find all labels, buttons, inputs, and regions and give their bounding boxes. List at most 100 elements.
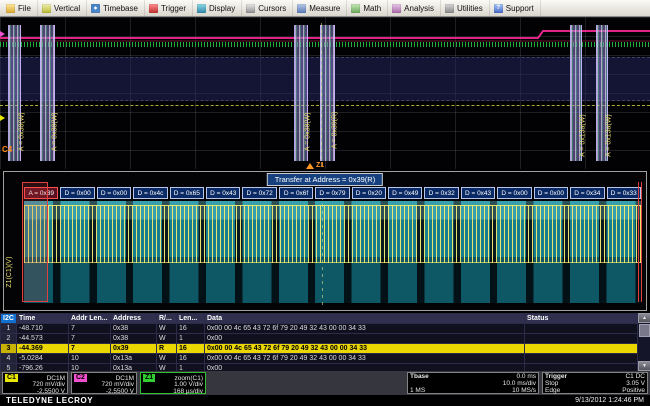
col-data[interactable]: Data [205, 314, 525, 324]
decode-data-box: D = 0x34 [570, 187, 604, 199]
decode-data-box: D = 0x43 [206, 187, 240, 199]
transfer-band[interactable]: A = 0x39(R) [320, 25, 335, 161]
menu-math[interactable]: Math [347, 0, 388, 16]
table-row[interactable]: 5-796.26100x13aW10x00 [1, 364, 638, 372]
cell-rw: W [157, 354, 177, 364]
cell-status [525, 344, 638, 354]
decode-data-box: D = 0x6f [279, 187, 313, 199]
cell-n: 3 [1, 344, 17, 354]
c2-descriptor[interactable]: C2 DC1M 720 mV/div -2.5500 V [71, 372, 137, 394]
cell-status [525, 354, 638, 364]
scroll-up-icon[interactable]: ▲ [638, 313, 650, 323]
cell-len: 1 [177, 334, 205, 344]
menu-measure[interactable]: Measure [293, 0, 347, 16]
utilities-icon [445, 4, 454, 13]
cell-address: 0x13a [111, 364, 157, 372]
menu-vertical[interactable]: Vertical [38, 0, 87, 16]
col-address[interactable]: Address [111, 314, 157, 324]
menu-label: Analysis [404, 4, 434, 13]
transfer-band[interactable]: A = 0x38(W) [40, 25, 55, 161]
zoom-graticule[interactable]: Transfer at Address = 0x39(R) A = 0x39D … [3, 171, 647, 311]
decode-data-box: D = 0x00 [534, 187, 568, 199]
cell-len: 16 [177, 344, 205, 354]
menu-label: Measure [309, 4, 340, 13]
menu-analysis[interactable]: Analysis [388, 0, 441, 16]
cell-rw: W [157, 364, 177, 372]
col-addr-len[interactable]: Addr Len... [69, 314, 111, 324]
zoom-axis-label: Z1(C1)(V) [6, 257, 13, 288]
decode-data-box: D = 0x32 [424, 187, 458, 199]
cell-time: -44.369 [17, 344, 69, 354]
menu-utilities[interactable]: Utilities [441, 0, 490, 16]
timebase-descriptor[interactable]: Tbase0.0 ms 10.0 ms/div 1 MS10 MS/s [407, 372, 539, 394]
menu-support[interactable]: ?Support [490, 0, 541, 16]
trigger-descriptor[interactable]: TriggerC1 DC Stop3.05 V EdgePositive [542, 372, 648, 394]
tbase-rate: 10 MS/s [512, 388, 536, 395]
cell-len: 16 [177, 354, 205, 364]
cell-time: -5.0284 [17, 354, 69, 364]
z1-waveform-trace [24, 205, 641, 263]
decode-data-box: D = 0x65 [170, 187, 204, 199]
transfer-band[interactable]: A = 0x13a(W) [570, 25, 582, 161]
transfer-tooltip: Transfer at Address = 0x39(R) [267, 173, 383, 186]
z1-tab: Z1 [143, 374, 155, 382]
menu-label: Utilities [457, 4, 483, 13]
col-rw[interactable]: R/... [157, 314, 177, 324]
cell-data: 0x00 00 4c 65 43 72 6f 79 20 49 32 43 00… [205, 354, 525, 364]
z1-zoom-marker[interactable]: Z1 [306, 162, 324, 169]
cell-address: 0x13a [111, 354, 157, 364]
cell-time: -796.26 [17, 364, 69, 372]
z1-triangle-icon [306, 163, 314, 169]
col-len[interactable]: Len... [177, 314, 205, 324]
cell-data: 0x00 00 4c 65 43 72 6f 79 20 49 32 43 00… [205, 344, 525, 354]
transfer-band[interactable]: A = 0x13a(W) [596, 25, 608, 161]
vertical-icon [42, 4, 51, 13]
col-time[interactable]: Time [17, 314, 69, 324]
menu-label: File [18, 4, 31, 13]
math-icon [351, 4, 360, 13]
decode-data-box: D = 0x33 [607, 187, 641, 199]
table-row[interactable]: 3-44.36970x39R160x00 00 4c 65 43 72 6f 7… [1, 344, 638, 354]
decode-data-box: D = 0x00 [97, 187, 131, 199]
menu-trigger[interactable]: Trigger [145, 0, 193, 16]
protocol-tab[interactable]: I2C [1, 314, 17, 324]
transfer-band[interactable]: A = 0x38(W) [8, 25, 21, 161]
c1-offset-marker-icon[interactable] [0, 115, 5, 121]
decode-data-box: D = 0x43 [461, 187, 495, 199]
cell-address: 0x38 [111, 334, 157, 344]
menu-file[interactable]: File [2, 0, 38, 16]
descriptor-bar: C1 DC1M 720 mV/div -2.5500 V C2 DC1M 720… [0, 371, 650, 395]
brand-logo: TELEDYNE LECROY [6, 396, 93, 405]
col-status[interactable]: Status [525, 314, 638, 324]
cell-time: -44.573 [17, 334, 69, 344]
cell-n: 4 [1, 354, 17, 364]
table-scrollbar[interactable]: ▲ ▼ [637, 313, 650, 371]
cell-addr_len: 7 [69, 344, 111, 354]
menu-bar: File Vertical Timebase Trigger Display C… [0, 0, 650, 17]
transfer-band[interactable]: A = 0x38(W) [294, 25, 308, 161]
c1-descriptor[interactable]: C1 DC1M 720 mV/div -2.5500 V [2, 372, 68, 394]
zoom-position-cursor[interactable] [321, 23, 322, 169]
table-row[interactable]: 1-48.71070x38W160x00 00 4c 65 43 72 6f 7… [1, 324, 638, 334]
cell-rw: W [157, 324, 177, 334]
c4-channel-label[interactable]: C4 [2, 145, 12, 154]
c2-offset-marker-icon[interactable] [0, 31, 5, 37]
table-row[interactable]: 2-44.57370x38W10x00 [1, 334, 638, 344]
decode-table-body: 1-48.71070x38W160x00 00 4c 65 43 72 6f 7… [1, 324, 638, 372]
cell-time: -48.710 [17, 324, 69, 334]
cell-status [525, 334, 638, 344]
menu-display[interactable]: Display [193, 0, 242, 16]
menu-cursors[interactable]: Cursors [242, 0, 293, 16]
cell-status [525, 324, 638, 334]
tbase-label: Tbase [410, 374, 429, 381]
scroll-down-icon[interactable]: ▼ [638, 361, 650, 371]
table-row[interactable]: 4-5.0284100x13aW160x00 00 4c 65 43 72 6f… [1, 354, 638, 364]
scrollbar-thumb[interactable] [639, 324, 650, 337]
acquisition-graticule[interactable]: A = 0x38(W) A = 0x38(W) A = 0x38(W) A = … [0, 17, 650, 169]
trigger-icon [149, 4, 158, 13]
trigger-type: Edge [545, 388, 560, 395]
menu-timebase[interactable]: Timebase [87, 0, 145, 16]
cell-data: 0x00 [205, 364, 525, 372]
z1-descriptor[interactable]: Z1 zoom(C1) 1.00 V/div 168 µs/div [140, 372, 206, 394]
menu-label: Cursors [258, 4, 286, 13]
